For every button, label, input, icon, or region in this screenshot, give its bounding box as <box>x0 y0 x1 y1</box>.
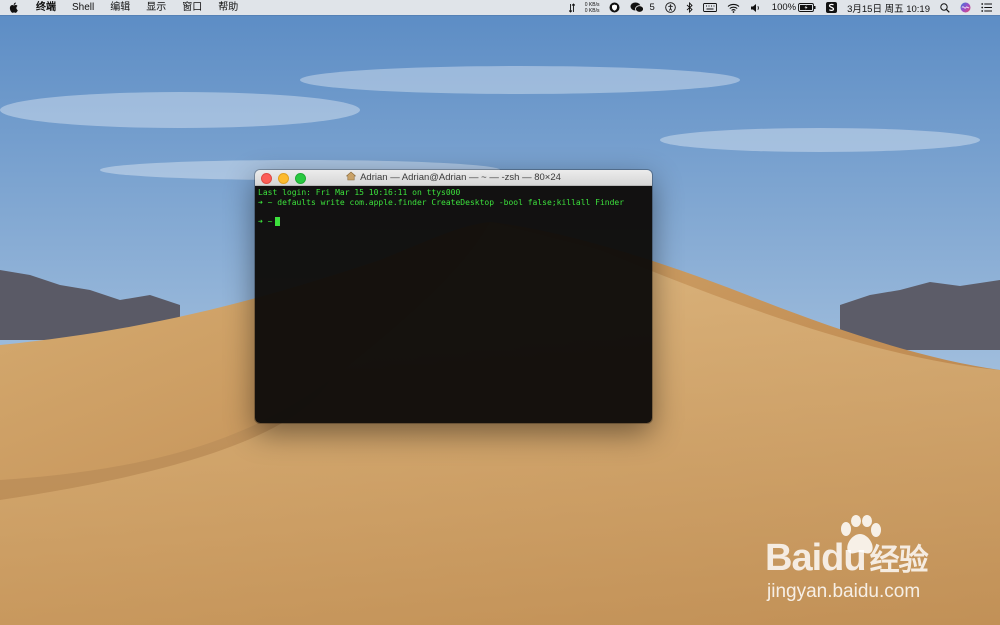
command-text: defaults write com.apple.finder CreateDe… <box>277 197 625 207</box>
watermark-brand: Baidu 经验 <box>765 535 929 580</box>
bluetooth-icon[interactable] <box>686 0 693 15</box>
terminal-content[interactable]: Last login: Fri Mar 15 10:16:11 on ttys0… <box>255 186 652 423</box>
apple-menu-icon[interactable] <box>0 2 28 13</box>
accessibility-icon[interactable] <box>665 0 676 15</box>
window-title-text: Adrian — Adrian@Adrian — ~ — -zsh — 80×2… <box>360 172 561 183</box>
wechat-unread-count: 5 <box>649 2 655 13</box>
menu-window[interactable]: 窗口 <box>174 0 210 15</box>
clock-datetime[interactable]: 3月15日 周五 10:19 <box>847 1 930 15</box>
baidu-jingyan-watermark: Baidu 经验 jingyan.baidu.com <box>765 515 955 605</box>
menu-bar: 终端 Shell 编辑 显示 窗口 帮助 0 KB/s 0 KB/s 5 100… <box>0 0 1000 15</box>
minimize-button[interactable] <box>278 173 289 184</box>
spotlight-search-icon[interactable] <box>940 0 950 15</box>
close-button[interactable] <box>261 173 272 184</box>
menu-view[interactable]: 显示 <box>138 0 174 15</box>
menu-edit[interactable]: 编辑 <box>102 0 138 15</box>
watermark-url: jingyan.baidu.com <box>767 581 921 602</box>
volume-icon[interactable] <box>750 0 762 15</box>
wechat-icon[interactable] <box>630 0 645 15</box>
zoom-button[interactable] <box>295 173 306 184</box>
battery-charging-icon[interactable] <box>798 0 816 15</box>
last-login-line: Last login: Fri Mar 15 10:16:11 on ttys0… <box>258 188 461 197</box>
watermark-brand-cn: 经验 <box>869 544 929 577</box>
window-controls <box>261 173 306 184</box>
battery-percentage: 100% <box>771 2 797 13</box>
wifi-icon[interactable] <box>727 0 740 15</box>
network-speed: 0 KB/s 0 KB/s <box>585 2 600 14</box>
network-arrows-icon[interactable] <box>568 0 575 15</box>
command-line: ➜ ~ defaults write com.apple.finder Crea… <box>258 198 649 208</box>
net-down-speed: 0 KB/s <box>584 7 600 14</box>
terminal-window[interactable]: Adrian — Adrian@Adrian — ~ — -zsh — 80×2… <box>255 170 652 423</box>
sogou-input-icon[interactable] <box>826 0 838 15</box>
text-cursor <box>275 216 281 226</box>
shield-icon[interactable] <box>609 0 620 15</box>
notification-center-icon[interactable] <box>981 0 992 15</box>
keyboard-input-icon[interactable] <box>702 0 717 15</box>
home-folder-icon <box>345 171 357 184</box>
current-prompt-line[interactable]: ➜ ~ <box>258 216 649 227</box>
terminal-titlebar[interactable]: Adrian — Adrian@Adrian — ~ — -zsh — 80×2… <box>255 170 652 186</box>
menu-help[interactable]: 帮助 <box>210 0 246 15</box>
watermark-brand-bai: Bai <box>765 537 822 579</box>
net-up-speed: 0 KB/s <box>584 1 600 8</box>
watermark-brand-du: du <box>821 537 866 579</box>
siri-icon[interactable] <box>960 0 971 15</box>
menu-app-terminal[interactable]: 终端 <box>28 0 64 15</box>
menu-shell[interactable]: Shell <box>64 0 102 15</box>
window-title: Adrian — Adrian@Adrian — ~ — -zsh — 80×2… <box>345 171 561 184</box>
prompt-text: ➜ ~ <box>258 197 273 207</box>
current-prompt-text: ➜ ~ <box>258 216 273 226</box>
